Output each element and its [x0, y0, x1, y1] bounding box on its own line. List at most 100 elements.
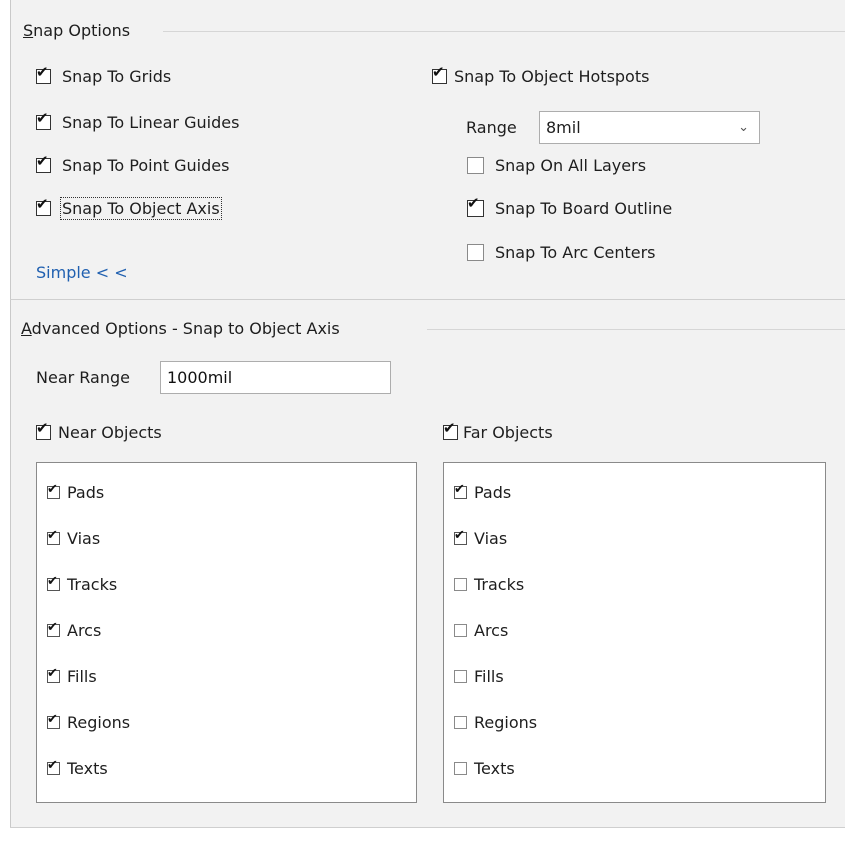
- list-item-label: Texts: [67, 759, 108, 778]
- checkbox-box[interactable]: ✔: [36, 421, 51, 440]
- near-range-label: Near Range: [36, 368, 130, 387]
- near-list-item[interactable]: ✔ Regions: [47, 713, 130, 732]
- snap-to-object-hotspots-checkbox[interactable]: ✔ Snap To Object Hotspots: [432, 65, 650, 86]
- checkbox-box[interactable]: ✔: [47, 666, 60, 683]
- near-list-item[interactable]: ✔ Tracks: [47, 575, 117, 594]
- simple-link[interactable]: Simple < <: [36, 263, 128, 282]
- checkmark-icon: ✔: [467, 194, 480, 212]
- near-list-item[interactable]: ✔ Arcs: [47, 621, 101, 640]
- far-objects-checkbox[interactable]: ✔ Far Objects: [443, 421, 553, 442]
- near-list-item[interactable]: ✔ Pads: [47, 483, 104, 502]
- near-objects-list[interactable]: ✔ Pads ✔ Vias ✔ Tracks ✔ Arcs ✔ Fills ✔ Regions ✔ Tex…: [36, 462, 417, 803]
- checkmark-icon: ✔: [443, 419, 456, 437]
- checkbox-box[interactable]: ✔: [47, 528, 60, 545]
- far-list-item[interactable]: Tracks: [454, 575, 524, 594]
- checkbox-box[interactable]: [454, 578, 467, 591]
- snap-to-arc-centers-checkbox[interactable]: Snap To Arc Centers: [467, 243, 656, 262]
- near-list-item[interactable]: ✔ Texts: [47, 759, 108, 778]
- snap-to-point-guides-checkbox[interactable]: ✔ Snap To Point Guides: [36, 154, 230, 175]
- far-list-item[interactable]: ✔ Vias: [454, 529, 507, 548]
- checkbox-box[interactable]: ✔: [47, 712, 60, 729]
- group-divider-line: [427, 329, 845, 330]
- checkbox-label: Snap On All Layers: [495, 156, 647, 175]
- checkbox-box[interactable]: ✔: [454, 482, 467, 499]
- snap-on-all-layers-checkbox[interactable]: Snap On All Layers: [467, 156, 646, 175]
- range-dropdown[interactable]: 8mil ⌄: [539, 111, 760, 144]
- checkmark-icon: ✔: [47, 482, 58, 497]
- list-item-label: Arcs: [474, 621, 509, 640]
- list-item-label: Vias: [67, 529, 101, 548]
- checkbox-box[interactable]: ✔: [36, 154, 51, 173]
- near-list-item[interactable]: ✔ Fills: [47, 667, 97, 686]
- checkmark-icon: ✔: [454, 482, 465, 497]
- section-separator: [10, 299, 845, 300]
- checkbox-box[interactable]: ✔: [432, 65, 447, 84]
- list-item-label: Texts: [474, 759, 515, 778]
- checkbox-label: Snap To Grids: [62, 67, 172, 86]
- checkmark-icon: ✔: [47, 620, 58, 635]
- list-item-label: Arcs: [67, 621, 102, 640]
- checkmark-icon: ✔: [454, 528, 465, 543]
- list-item-label: Tracks: [474, 575, 525, 594]
- checkmark-icon: ✔: [36, 195, 49, 213]
- checkmark-icon: ✔: [36, 419, 49, 437]
- far-objects-list[interactable]: ✔ Pads ✔ Vias Tracks Arcs Fills Regions Texts: [443, 462, 826, 803]
- checkbox-box[interactable]: ✔: [36, 65, 51, 84]
- checkbox-label: Snap To Board Outline: [495, 199, 673, 218]
- far-list-item[interactable]: Arcs: [454, 621, 508, 640]
- snap-to-linear-guides-checkbox[interactable]: ✔ Snap To Linear Guides: [36, 111, 240, 132]
- checkbox-label: Far Objects: [463, 423, 553, 442]
- checkmark-icon: ✔: [47, 712, 58, 727]
- list-item-label: Regions: [474, 713, 538, 732]
- list-item-label: Pads: [474, 483, 512, 502]
- checkbox-box[interactable]: ✔: [36, 197, 51, 216]
- checkbox-box[interactable]: [467, 244, 484, 261]
- checkbox-box[interactable]: [454, 762, 467, 775]
- far-list-item[interactable]: Regions: [454, 713, 537, 732]
- list-item-label: Vias: [474, 529, 508, 548]
- checkbox-label: Snap To Linear Guides: [62, 113, 240, 132]
- checkbox-box[interactable]: ✔: [454, 528, 467, 545]
- list-item-label: Regions: [67, 713, 131, 732]
- checkbox-label: Snap To Object Hotspots: [454, 67, 650, 86]
- checkbox-box[interactable]: ✔: [47, 759, 60, 775]
- checkbox-label: Near Objects: [58, 423, 162, 442]
- checkbox-box[interactable]: [454, 670, 467, 683]
- snap-options-dialog: Snap Options ✔ Snap To Grids ✔ Snap To L…: [0, 0, 845, 843]
- checkmark-icon: ✔: [47, 574, 58, 589]
- far-list-item[interactable]: ✔ Pads: [454, 483, 511, 502]
- range-value: 8mil: [546, 118, 581, 137]
- checkmark-icon: ✔: [36, 63, 49, 81]
- chevron-down-icon: ⌄: [738, 120, 749, 135]
- far-list-item[interactable]: Texts: [454, 759, 515, 778]
- checkbox-box[interactable]: [467, 157, 484, 174]
- checkbox-box[interactable]: [454, 716, 467, 729]
- near-range-input[interactable]: [160, 361, 391, 394]
- list-item-label: Fills: [474, 667, 504, 686]
- checkbox-box[interactable]: ✔: [47, 574, 60, 591]
- checkbox-box[interactable]: ✔: [443, 421, 458, 440]
- checkmark-icon: ✔: [36, 152, 49, 170]
- list-item-label: Tracks: [67, 575, 118, 594]
- near-objects-checkbox[interactable]: ✔ Near Objects: [36, 421, 162, 442]
- group-divider-line: [163, 31, 845, 32]
- snap-options-title: Snap Options: [23, 21, 131, 40]
- checkbox-label: Snap To Object Axis: [60, 197, 222, 220]
- far-list-item[interactable]: Fills: [454, 667, 504, 686]
- range-label: Range: [466, 118, 517, 137]
- snap-to-board-outline-checkbox[interactable]: ✔ Snap To Board Outline: [467, 196, 673, 218]
- checkbox-box[interactable]: ✔: [467, 196, 484, 217]
- checkbox-box[interactable]: ✔: [47, 482, 60, 499]
- checkbox-box[interactable]: ✔: [36, 111, 51, 130]
- checkbox-box[interactable]: ✔: [47, 620, 60, 637]
- checkbox-box[interactable]: [454, 624, 467, 637]
- advanced-options-title: Advanced Options - Snap to Object Axis: [21, 319, 340, 338]
- snap-to-grids-checkbox[interactable]: ✔ Snap To Grids: [36, 65, 172, 86]
- snap-to-object-axis-checkbox[interactable]: ✔ Snap To Object Axis: [36, 197, 222, 220]
- near-list-item[interactable]: ✔ Vias: [47, 529, 100, 548]
- checkmark-icon: ✔: [47, 528, 58, 543]
- list-item-label: Pads: [67, 483, 105, 502]
- checkmark-icon: ✔: [47, 666, 58, 681]
- checkmark-icon: ✔: [36, 109, 49, 127]
- checkbox-label: Snap To Point Guides: [62, 156, 230, 175]
